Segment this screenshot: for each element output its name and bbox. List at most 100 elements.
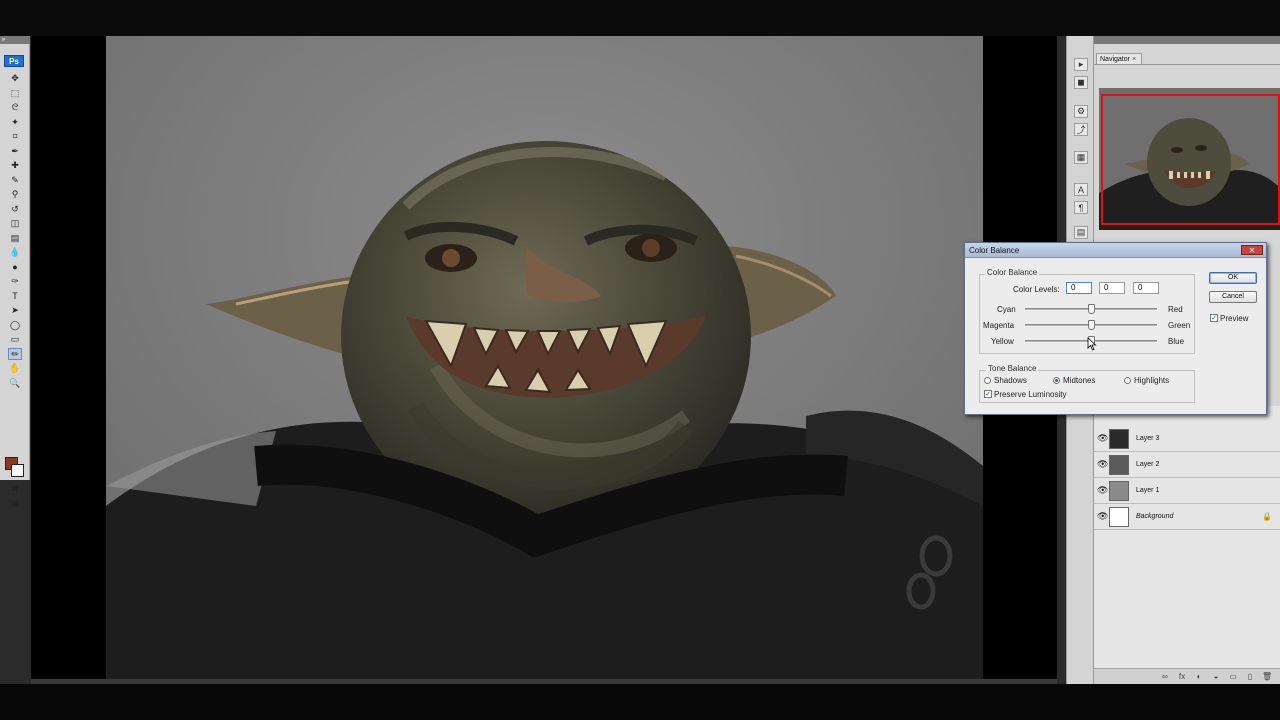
document-canvas[interactable] <box>106 36 983 680</box>
dialog-title: Color Balance <box>969 246 1020 255</box>
layer-row[interactable]: 👁 Background 🔒 <box>1094 504 1280 530</box>
brush-tool[interactable]: ✎ <box>8 174 22 186</box>
layer-name: Layer 1 <box>1136 487 1160 494</box>
layers-footer-icon[interactable]: ▭ <box>1228 672 1238 682</box>
background-color-swatch[interactable] <box>11 464 24 477</box>
cyan-red-slider-thumb[interactable] <box>1088 304 1095 314</box>
highlights-label: Highlights <box>1134 376 1170 385</box>
layers-panel-footer: ∞ fx ◐ ◒ ▭ ▯ 🗑 <box>1094 668 1280 684</box>
marquee-tool[interactable]: ⬚ <box>8 87 22 99</box>
slider-right-label-green: Green <box>1168 321 1191 330</box>
color-balance-group-label: Color Balance <box>985 268 1040 277</box>
layers-footer-icon[interactable]: ∞ <box>1160 672 1170 682</box>
eye-icon[interactable]: 👁 <box>1097 485 1108 496</box>
color-level-magenta-green-input[interactable]: 0 <box>1099 282 1125 294</box>
dialog-title-bar[interactable]: Color Balance <box>965 243 1266 258</box>
layer-thumbnail <box>1109 507 1129 527</box>
dock-panel-icon[interactable]: ▸ <box>1074 58 1088 71</box>
zoom-tool[interactable]: 🔍 <box>8 377 22 389</box>
letterbox-top <box>0 0 1280 36</box>
close-icon[interactable]: × <box>1132 56 1136 63</box>
dock-panel-icon[interactable]: ◼ <box>1074 76 1088 89</box>
dock-panel-icon[interactable]: ▤ <box>1074 226 1088 239</box>
eyedropper-tool[interactable]: ✒ <box>8 145 22 157</box>
layer-row[interactable]: 👁 Layer 1 <box>1094 478 1280 504</box>
color-levels-label: Color Levels: <box>1013 285 1060 294</box>
shadows-label: Shadows <box>994 376 1027 385</box>
magenta-green-slider-thumb[interactable] <box>1088 320 1095 330</box>
layer-name: Layer 3 <box>1136 435 1160 442</box>
cancel-button[interactable]: Cancel <box>1209 291 1257 303</box>
goblin-painting <box>106 36 983 680</box>
highlights-radio[interactable] <box>1124 377 1131 384</box>
type-tool[interactable]: T <box>8 290 22 302</box>
preview-checkbox[interactable]: ✓ <box>1210 314 1218 322</box>
dock-panel-icon[interactable]: ⚙ <box>1074 105 1088 118</box>
layer-row[interactable]: 👁 Layer 2 <box>1094 452 1280 478</box>
tools-panel: » Ps ✥ ⬚ ᘓ ✦ ⌗ ✒ ✚ ✎ ⚲ ↺ ◫ ▤ 💧 ● ✑ T ➤ ◯ ▭ ✏ ✋ 🔍 ◙ ▣ <box>0 36 30 508</box>
mouse-cursor-icon <box>1087 337 1097 351</box>
tone-balance-group-label: Tone Balance <box>986 364 1039 373</box>
layer-thumbnail <box>1109 481 1129 501</box>
preview-label: Preview <box>1220 314 1249 323</box>
shape-tool[interactable]: ◯ <box>8 319 22 331</box>
dock-panel-icon[interactable]: ⤴ <box>1074 123 1088 136</box>
eye-icon[interactable]: 👁 <box>1097 459 1108 470</box>
layer-name: Background <box>1136 513 1174 520</box>
midtones-radio[interactable] <box>1053 377 1060 384</box>
dock-panel-icon[interactable]: A <box>1074 183 1088 196</box>
blur-tool[interactable]: 💧 <box>8 246 22 258</box>
lock-icon: 🔒 <box>1262 512 1272 521</box>
crop-tool[interactable]: ⌗ <box>8 130 22 142</box>
layers-footer-icon[interactable]: ◐ <box>1194 672 1204 682</box>
layer-name: Layer 2 <box>1136 461 1160 468</box>
tools-panel-grip[interactable]: » <box>0 36 30 44</box>
healing-brush-tool[interactable]: ✚ <box>8 159 22 171</box>
layers-footer-icon[interactable]: fx <box>1177 672 1187 682</box>
letterbox-bottom <box>0 684 1280 720</box>
quick-mask-button[interactable]: ◙ <box>8 482 22 494</box>
layer-thumbnail <box>1109 455 1129 475</box>
navigator-tab-divider <box>1094 64 1280 65</box>
eyedropper-active-tool[interactable]: ✏ <box>8 348 22 360</box>
slider-left-label-yellow: Yellow <box>991 337 1014 346</box>
dialog-close-button[interactable]: ✕ <box>1241 245 1263 255</box>
panel-column-grip[interactable] <box>1094 36 1280 44</box>
move-tool[interactable]: ✥ <box>8 72 22 84</box>
color-level-yellow-blue-input[interactable]: 0 <box>1133 282 1159 294</box>
gradient-tool[interactable]: ▤ <box>8 232 22 244</box>
color-level-cyan-red-input[interactable]: 0 <box>1066 282 1092 294</box>
preserve-luminosity-checkbox[interactable]: ✓ <box>984 390 992 398</box>
slider-right-label-blue: Blue <box>1168 337 1185 346</box>
eraser-tool[interactable]: ◫ <box>8 217 22 229</box>
screen-mode-button[interactable]: ▣ <box>8 497 22 509</box>
pen-tool[interactable]: ✑ <box>8 275 22 287</box>
slider-right-label-red: Red <box>1168 305 1183 314</box>
lasso-tool[interactable]: ᘓ <box>8 101 22 113</box>
layer-row[interactable]: 👁 Layer 3 <box>1094 426 1280 452</box>
layer-thumbnail <box>1109 429 1129 449</box>
slider-left-label-magenta: Magenta <box>983 321 1015 330</box>
navigator-view-box[interactable] <box>1101 94 1280 225</box>
layers-footer-icon[interactable]: ◒ <box>1211 672 1221 682</box>
history-brush-tool[interactable]: ↺ <box>8 203 22 215</box>
clone-stamp-tool[interactable]: ⚲ <box>8 188 22 200</box>
ok-button[interactable]: OK <box>1209 272 1257 284</box>
notes-tool[interactable]: ▭ <box>8 333 22 345</box>
dodge-tool[interactable]: ● <box>8 261 22 273</box>
midtones-label: Midtones <box>1063 376 1096 385</box>
shadows-radio[interactable] <box>984 377 991 384</box>
dock-panel-icon[interactable]: ¶ <box>1074 201 1088 214</box>
eye-icon[interactable]: 👁 <box>1097 433 1108 444</box>
eye-icon[interactable]: 👁 <box>1097 511 1108 522</box>
dock-panel-icon[interactable]: ▦ <box>1074 151 1088 164</box>
color-balance-dialog: Color Balance ✕ Color Balance Color Leve… <box>964 242 1267 415</box>
path-selection-tool[interactable]: ➤ <box>8 304 22 316</box>
layers-footer-icon[interactable]: ▯ <box>1245 672 1255 682</box>
preserve-luminosity-label: Preserve Luminosity <box>994 390 1067 399</box>
hand-tool[interactable]: ✋ <box>8 362 22 374</box>
slider-left-label-cyan: Cyan <box>997 305 1016 314</box>
magic-wand-tool[interactable]: ✦ <box>8 116 22 128</box>
layers-footer-icon[interactable]: 🗑 <box>1262 672 1272 682</box>
photoshop-logo: Ps <box>4 55 24 67</box>
